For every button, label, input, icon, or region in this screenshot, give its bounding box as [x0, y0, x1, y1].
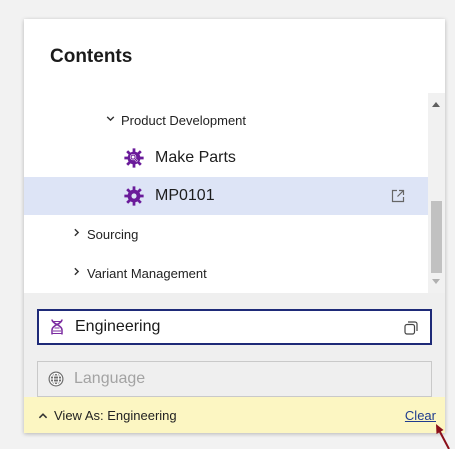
copy-icon[interactable] [403, 320, 419, 336]
tree-item-make-parts[interactable]: Make Parts [24, 143, 428, 173]
panel-title: Contents [50, 46, 133, 67]
view-as-footer: View As: Engineering Clear [24, 397, 445, 433]
scrollbar-thumb[interactable] [431, 201, 442, 273]
tree-item-label: Variant Management [87, 265, 207, 281]
dna-icon [48, 318, 66, 336]
tree-item-product-development[interactable]: Product Development [24, 107, 428, 133]
tree-item-label: Product Development [121, 112, 247, 128]
chevron-right-icon[interactable] [69, 227, 83, 241]
language-field[interactable] [37, 361, 432, 397]
tree-item-label: Make Parts [155, 149, 236, 166]
globe-icon [47, 370, 65, 388]
gear-icon [123, 185, 145, 207]
gear-search-icon [123, 147, 145, 169]
scroll-down-arrow-icon[interactable] [432, 279, 440, 284]
language-input[interactable] [74, 370, 384, 388]
chevron-down-icon[interactable] [103, 113, 117, 127]
tree-item-label: MP0101 [155, 187, 215, 204]
view-as-input[interactable] [75, 318, 385, 336]
clear-link[interactable]: Clear [405, 408, 436, 423]
view-as-field[interactable] [37, 309, 432, 345]
chevron-right-icon[interactable] [69, 266, 83, 280]
tree-scrollbar[interactable] [428, 93, 445, 293]
tree-item-mp0101[interactable]: MP0101 [24, 177, 428, 215]
contents-panel: Contents Product Development Make Parts … [24, 19, 445, 433]
tree-item-sourcing[interactable]: Sourcing [24, 221, 428, 247]
scroll-up-arrow-icon[interactable] [432, 102, 440, 107]
tree-item-label: Sourcing [87, 226, 139, 242]
contents-tree: Product Development Make Parts MP0101 So… [24, 93, 445, 293]
open-external-icon[interactable] [390, 188, 406, 204]
view-as-status: View As: Engineering [54, 407, 177, 423]
chevron-up-icon[interactable] [37, 409, 49, 421]
tree-item-variant-management[interactable]: Variant Management [24, 260, 428, 286]
